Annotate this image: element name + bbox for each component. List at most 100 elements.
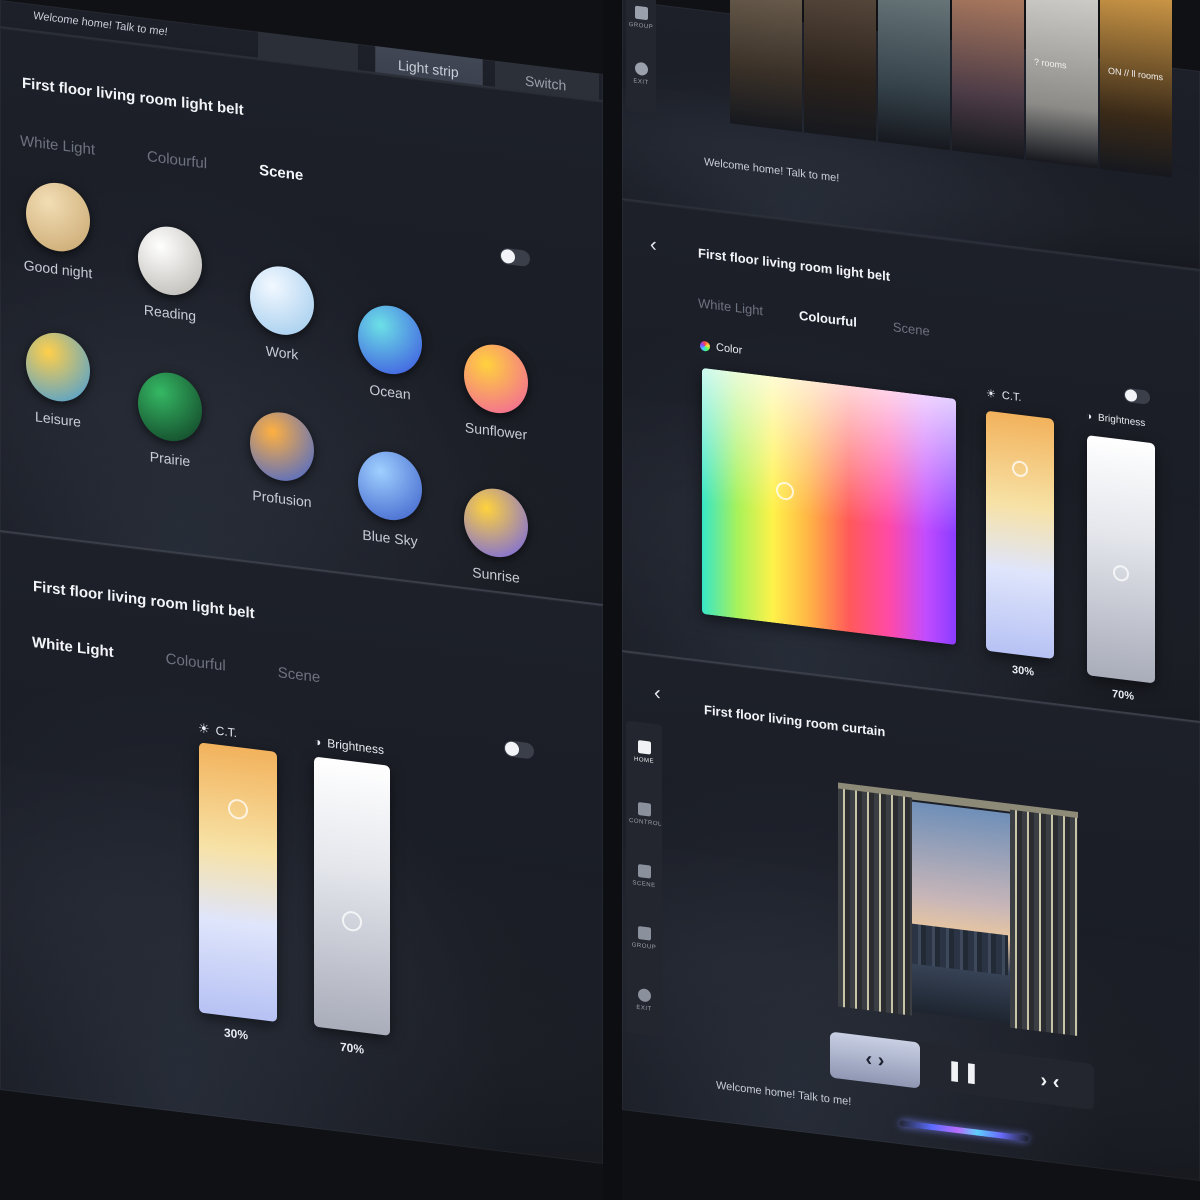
scene-tile-caption: ? rooms [1034, 56, 1067, 71]
tab-colourful[interactable]: Colourful [166, 650, 226, 674]
scene-reading[interactable]: Reading [120, 221, 220, 327]
brightness-percent: 70% [1112, 688, 1135, 703]
scene-ocean[interactable]: Ocean [340, 300, 440, 406]
nav-label: SCENE [632, 880, 656, 890]
scene-tiles: ? rooms ON // ll rooms [622, 0, 1200, 178]
color-picker-handle[interactable] [776, 480, 794, 502]
colourful-tabs: White Light Colourful Scene [698, 295, 930, 338]
window-view [908, 801, 1012, 1024]
ct-slider-handle[interactable] [228, 797, 248, 821]
scene-sunflower[interactable]: Sunflower [446, 339, 546, 445]
scene-prairie[interactable]: Prairie [120, 367, 220, 473]
white-light-title: First floor living room light belt [33, 578, 255, 623]
curtain-controls: ‹ › ❚❚ › ‹ [830, 1031, 1094, 1110]
ct-slider[interactable] [199, 742, 277, 1023]
brightness-icon: ◑ [314, 734, 322, 750]
color-label: Color [700, 340, 742, 357]
scene-tile[interactable] [878, 0, 950, 151]
color-picker[interactable] [702, 367, 956, 646]
scene-swatch [464, 340, 528, 417]
scene-leisure[interactable]: Leisure [8, 327, 108, 433]
scene-tile[interactable]: ON // ll rooms [1100, 0, 1172, 178]
scene-swatch [26, 329, 90, 406]
power-toggle[interactable] [504, 739, 534, 760]
scene-work[interactable]: Work [232, 260, 332, 366]
nav-control[interactable]: CONTROL [629, 801, 662, 828]
brightness-label: ◑ Brightness [314, 734, 384, 758]
sun-icon: ☀ [198, 720, 210, 737]
curtain-close-button[interactable]: › ‹ [1006, 1053, 1094, 1110]
curtain-illustration [838, 782, 1078, 1036]
scene-swatch [464, 484, 528, 561]
power-toggle[interactable] [500, 247, 530, 268]
brightness-slider-handle[interactable] [342, 909, 362, 933]
scene-label: Leisure [35, 408, 81, 430]
power-toggle[interactable] [1124, 387, 1150, 405]
brightness-slider-handle[interactable] [1113, 564, 1129, 583]
scene-sunrise[interactable]: Sunrise [446, 483, 546, 589]
scene-swatch [138, 222, 202, 299]
ct-label: ☀ C.T. [986, 387, 1022, 404]
nav-exit[interactable]: EXIT [629, 987, 659, 1014]
nav-label: CONTROL [629, 817, 662, 828]
scene-tile[interactable] [730, 0, 802, 133]
sun-icon: ☀ [986, 387, 996, 401]
nav-home[interactable]: HOME [629, 739, 659, 766]
scene-blue-sky[interactable]: Blue Sky [340, 446, 440, 552]
open-icon: ‹ › [865, 1047, 885, 1072]
nav-label: GROUP [631, 942, 657, 952]
brightness-icon: ◑ [1086, 410, 1093, 423]
toggle-knob [501, 248, 515, 265]
tab-white-light[interactable]: White Light [698, 295, 763, 318]
scene-label: Prairie [149, 448, 191, 470]
switch-icon [533, 21, 561, 51]
vertical-divider [603, 0, 622, 1200]
nav-scene[interactable]: SCENE [629, 863, 659, 890]
curtain-pause-button[interactable]: ❚❚ [920, 1043, 1006, 1100]
scene-tile[interactable] [952, 0, 1024, 160]
brightness-slider[interactable] [314, 756, 390, 1036]
scene-label: Blue Sky [362, 526, 418, 550]
exit-icon [637, 987, 651, 1003]
left-curtain [838, 788, 912, 1016]
tab-white-light[interactable]: White Light [32, 634, 114, 661]
scene-tile[interactable]: ? rooms [1026, 0, 1098, 169]
nav-group[interactable]: GROUP [629, 925, 659, 952]
ct-slider-handle[interactable] [1012, 459, 1028, 478]
tab-scene[interactable]: Scene [893, 319, 930, 339]
scene-swatch [358, 447, 422, 524]
scene-profusion[interactable]: Profusion [232, 406, 332, 512]
tab-colourful[interactable]: Colourful [147, 148, 207, 172]
tab-scene[interactable]: Scene [259, 162, 303, 184]
curtain-open-button[interactable]: ‹ › [830, 1031, 920, 1089]
ct-slider[interactable] [986, 410, 1054, 660]
scene-icon [637, 863, 651, 879]
scene-label: Work [265, 342, 299, 363]
tab-scene[interactable]: Scene [278, 664, 321, 686]
scene-swatch [26, 179, 90, 256]
welcome-text-gallery: Welcome home! Talk to me! [704, 156, 840, 185]
curtain-title: First floor living room curtain [704, 702, 886, 740]
control-icon [637, 801, 651, 817]
tab-white-light[interactable]: White Light [20, 132, 95, 158]
back-icon[interactable]: ‹ [650, 233, 657, 257]
scene-tile-caption: ON // ll rooms [1108, 65, 1164, 83]
ct-label: ☀ C.T. [198, 720, 237, 741]
curtain-panel-content: ‹ First floor living room curtain HOME CO… [622, 650, 1200, 1181]
tab-colourful[interactable]: Colourful [799, 308, 857, 330]
nav-exit[interactable]: EXIT [626, 60, 656, 87]
white-light-panel-content: First floor living room light belt White… [0, 530, 603, 1164]
scene-good-night[interactable]: Good night [8, 177, 108, 283]
scene-swatch [250, 408, 314, 485]
scene-panel-tabs: White Light Colourful Scene [20, 132, 303, 184]
scene-label: Sunrise [472, 563, 520, 586]
brightness-slider[interactable] [1087, 435, 1155, 684]
pause-icon: ❚❚ [946, 1058, 980, 1085]
nav-group[interactable]: GROUP [626, 4, 656, 31]
brightness-label: ◑ Brightness [1086, 410, 1146, 430]
scene-swatch [358, 301, 422, 378]
curtain-sidebar: HOME CONTROL SCENE GROUP EXIT [626, 720, 662, 1037]
scene-tile[interactable] [804, 0, 876, 142]
back-icon[interactable]: ‹ [654, 682, 661, 706]
colourful-title: First floor living room light belt [698, 245, 891, 284]
